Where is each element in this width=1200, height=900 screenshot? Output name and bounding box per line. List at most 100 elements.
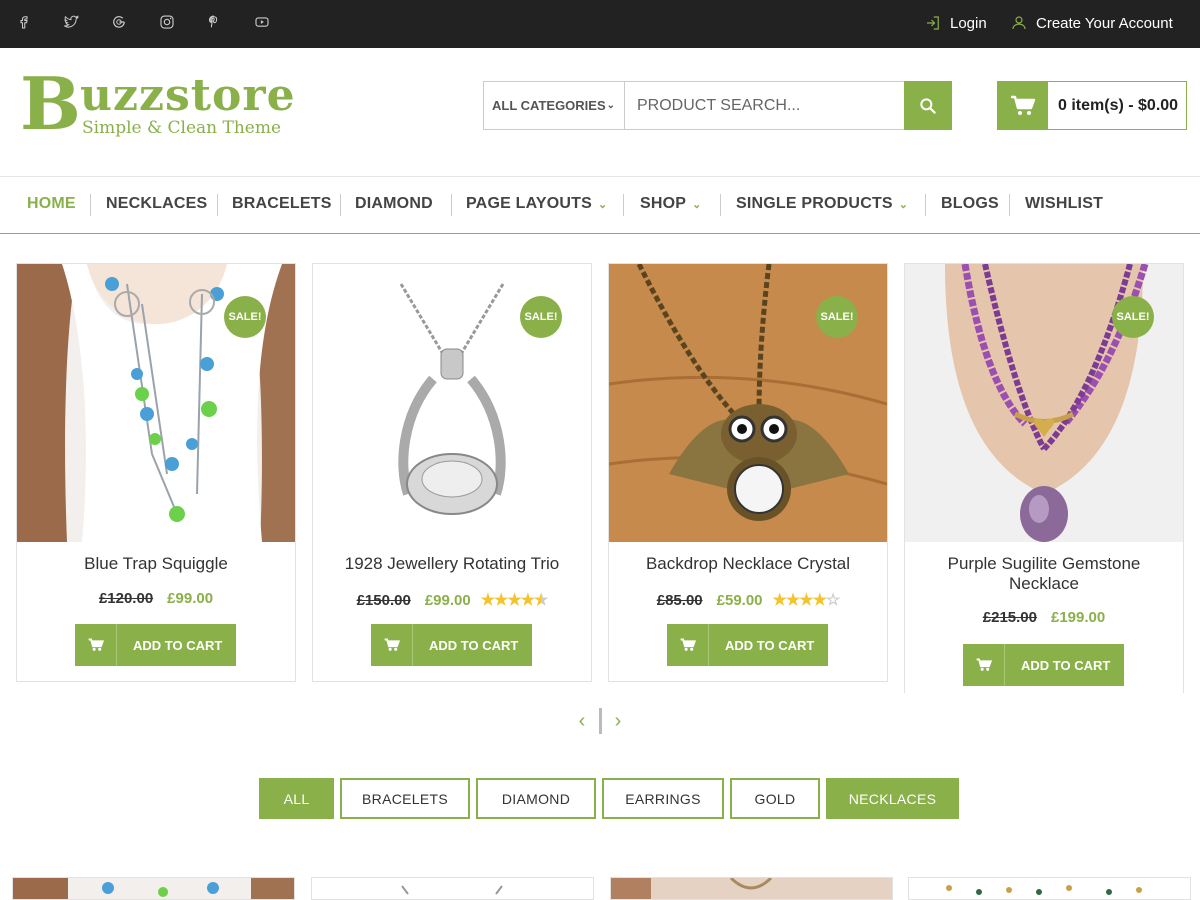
product-name[interactable]: Purple Sugilite Gemstone Necklace (915, 554, 1173, 594)
add-to-cart-label: ADD TO CART (1021, 657, 1111, 673)
product-thumbnail[interactable] (311, 877, 594, 900)
nav-divider (340, 194, 341, 216)
product-card: SALE! 1928 Jewellery Rotating Trio £150.… (312, 263, 592, 682)
sale-price: £59.00 (716, 591, 763, 609)
category-select[interactable]: ALL CATEGORIES ⌄ (483, 81, 625, 130)
old-price: £120.00 (98, 590, 154, 607)
old-price: £150.00 (356, 591, 411, 609)
filter-earrings[interactable]: EARRINGS (602, 778, 724, 819)
nav-item-bracelets[interactable]: BRACELETS (232, 195, 332, 213)
chevron-left-icon[interactable]: ‹ (572, 710, 592, 733)
logo-tagline: Simple & Clean Theme (82, 118, 282, 138)
site-logo[interactable]: B uzzstore Simple & Clean Theme (20, 64, 295, 150)
add-to-cart-button[interactable]: ADD TO CART (667, 624, 828, 666)
youtube-icon[interactable] (252, 12, 272, 32)
nav-divider (451, 194, 452, 216)
add-to-cart-button[interactable]: ADD TO CART (963, 644, 1124, 686)
product-thumbnail[interactable] (908, 877, 1191, 900)
cart-summary: 0 item(s) - $0.00 (1058, 96, 1179, 114)
sale-price: £99.00 (424, 591, 471, 609)
create-account-link[interactable]: Create Your Account (1010, 12, 1173, 34)
filter-all[interactable]: ALL (259, 778, 334, 819)
product-price: £85.00 £59.00 ★★★★☆ (609, 590, 887, 610)
product-name[interactable]: 1928 Jewellery Rotating Trio (323, 554, 581, 574)
cart-icon (963, 644, 1005, 686)
category-select-label: ALL CATEGORIES (492, 98, 606, 113)
nav-item-page-layouts-label: PAGE LAYOUTS (466, 195, 592, 212)
product-search-input[interactable] (624, 81, 905, 130)
create-account-label: Create Your Account (1036, 14, 1173, 32)
sale-badge: SALE! (1112, 296, 1154, 338)
product-thumbnail[interactable] (12, 877, 295, 900)
add-to-cart-button[interactable]: ADD TO CART (75, 624, 236, 666)
product-card: SALE! Backdrop Necklace Crystal £85.00 £… (608, 263, 888, 682)
login-icon (927, 16, 939, 30)
search-button[interactable] (904, 81, 952, 130)
logo-name: uzzstore (80, 70, 296, 121)
chevron-down-icon: ⌄ (606, 100, 616, 111)
product-image[interactable]: SALE! (17, 264, 295, 542)
product-card: SALE! Purple Sugilite Gemstone Necklace … (904, 263, 1184, 693)
nav-divider (925, 194, 926, 216)
star-rating: ★★★★★ ★ (480, 592, 549, 609)
nav-divider (90, 194, 91, 216)
add-to-cart-label: ADD TO CART (133, 637, 223, 653)
product-price: £150.00 £99.00 ★★★★★ ★ (313, 590, 591, 610)
nav-divider (623, 194, 624, 216)
chevron-right-icon[interactable]: › (608, 710, 628, 733)
product-name[interactable]: Blue Trap Squiggle (27, 554, 285, 574)
search-icon (920, 97, 936, 114)
add-to-cart-label: ADD TO CART (429, 637, 519, 653)
product-image[interactable]: SALE! (609, 264, 887, 542)
sale-badge: SALE! (816, 296, 858, 338)
cart-icon (998, 81, 1048, 130)
filter-diamond[interactable]: DIAMOND (476, 778, 596, 819)
filter-gold[interactable]: GOLD (730, 778, 820, 819)
main-nav: HOME NECKLACES BRACELETS DIAMOND PAGE LA… (0, 176, 1200, 234)
instagram-icon[interactable] (157, 12, 177, 32)
add-to-cart-button[interactable]: ADD TO CART (371, 624, 532, 666)
sale-price: £199.00 (1051, 609, 1106, 626)
nav-item-shop[interactable]: SHOP ⌄ (640, 195, 702, 213)
chevron-down-icon: ⌄ (692, 198, 702, 211)
mini-cart[interactable]: 0 item(s) - $0.00 (997, 81, 1187, 130)
sale-price: £99.00 (167, 590, 214, 607)
cart-icon (371, 624, 413, 666)
product-price: £120.00 £99.00 (17, 590, 295, 607)
product-image[interactable]: SALE! (313, 264, 591, 542)
facebook-icon[interactable] (14, 12, 34, 32)
nav-item-blogs[interactable]: BLOGS (941, 195, 999, 213)
filter-bracelets[interactable]: BRACELETS (340, 778, 470, 819)
carousel-controls: ‹ › (572, 708, 628, 734)
carousel-divider (598, 708, 602, 734)
top-bar: Login Create Your Account (0, 0, 1200, 48)
nav-divider (217, 194, 218, 216)
sale-badge: SALE! (224, 296, 266, 338)
cart-icon (667, 624, 709, 666)
nav-item-diamond[interactable]: DIAMOND (355, 195, 433, 213)
nav-item-home[interactable]: HOME (27, 195, 76, 213)
sale-badge: SALE! (520, 296, 562, 338)
product-name[interactable]: Backdrop Necklace Crystal (619, 554, 877, 574)
pinterest-icon[interactable] (204, 12, 224, 32)
filter-necklaces[interactable]: NECKLACES (826, 778, 959, 819)
product-card: SALE! Blue Trap Squiggle £120.00 £99.00 … (16, 263, 296, 682)
nav-item-wishlist[interactable]: WISHLIST (1025, 195, 1103, 213)
old-price: £85.00 (656, 591, 703, 609)
google-icon[interactable] (109, 12, 129, 32)
nav-item-necklaces[interactable]: NECKLACES (106, 195, 207, 213)
add-to-cart-label: ADD TO CART (725, 637, 815, 653)
login-link[interactable]: Login (924, 12, 987, 34)
twitter-icon[interactable] (61, 12, 81, 32)
nav-item-single-products[interactable]: SINGLE PRODUCTS ⌄ (736, 195, 908, 213)
login-label: Login (950, 14, 987, 32)
chevron-down-icon: ⌄ (597, 198, 608, 211)
chevron-down-icon: ⌄ (898, 198, 909, 211)
product-thumbnail[interactable] (610, 877, 893, 900)
logo-initial: B (20, 61, 81, 146)
product-image[interactable]: SALE! (905, 264, 1183, 542)
nav-item-page-layouts[interactable]: PAGE LAYOUTS ⌄ (466, 195, 607, 213)
old-price: £215.00 (982, 609, 1037, 626)
cart-icon (75, 624, 117, 666)
star-rating: ★★★★☆ (772, 592, 841, 609)
